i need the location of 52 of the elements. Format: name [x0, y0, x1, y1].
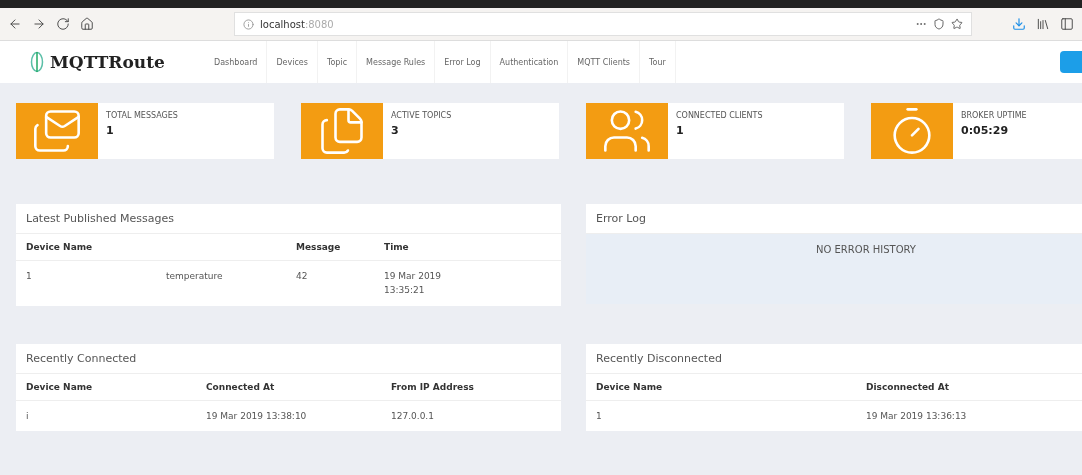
nav-link[interactable]: Tour — [640, 41, 676, 83]
table-cell-text: 1 — [25, 270, 33, 283]
column-header: Time — [374, 234, 561, 261]
stat-value: 1 — [676, 124, 685, 137]
column-header: Message — [286, 234, 374, 261]
table-cell-text: temperature — [165, 270, 224, 283]
table-cell-text: 19 Mar 2019 13:35:21 — [383, 270, 443, 298]
library-icon[interactable] — [1036, 17, 1050, 31]
address-bar[interactable]: localhost:8080 — [234, 12, 972, 36]
column-header: Disconnected At — [856, 374, 1082, 401]
stat-value: 0:05:29 — [961, 124, 1010, 137]
logo-icon — [30, 51, 44, 73]
nav-link[interactable]: Authentication — [490, 41, 569, 83]
sidebar-icon[interactable] — [1060, 17, 1074, 31]
nav-link[interactable]: Topic — [317, 41, 358, 83]
nav-link[interactable]: Error Log — [435, 41, 491, 83]
stat-label: BROKER UPTIME — [961, 111, 1027, 120]
column-header: Device Name — [16, 373, 196, 401]
url-port: :8080 — [304, 18, 334, 30]
stat-label: CONNECTED CLIENTS — [676, 111, 763, 120]
table-cell-text: 19 Mar 2019 13:38:10 — [205, 409, 308, 423]
table-cell-text: 127.0.0.1 — [390, 409, 435, 423]
table-cell-text: 42 — [295, 270, 309, 283]
column-header: Connected At — [196, 373, 381, 401]
panel-title: Recently Connected — [16, 343, 561, 374]
nav-link[interactable]: Message Rules — [357, 41, 436, 83]
stat-value: 1 — [106, 124, 115, 137]
nav-link[interactable]: MQTT Clients — [568, 41, 641, 83]
nav-link[interactable]: Devices — [267, 41, 318, 83]
url-host: localhost — [260, 18, 305, 30]
forward-icon[interactable] — [32, 17, 46, 31]
column-header: Device Name — [586, 374, 856, 401]
logo: MQTTRoute — [30, 51, 205, 73]
column-header: Device Name — [16, 234, 156, 261]
stat-value: 3 — [391, 124, 400, 137]
table-cell-text: 1 — [595, 410, 603, 423]
panel-title: Latest Published Messages — [16, 204, 561, 234]
star-icon[interactable] — [951, 18, 963, 30]
panel-title: Recently Disconnected — [586, 344, 1082, 374]
reload-icon[interactable] — [56, 17, 70, 31]
info-icon — [243, 18, 254, 30]
table-cell-text: i — [25, 409, 30, 423]
column-header: From IP Address — [381, 373, 561, 401]
empty-message: NO ERROR HISTORY — [816, 244, 916, 257]
shield-icon[interactable] — [933, 18, 945, 30]
stat-label: TOTAL MESSAGES — [106, 111, 178, 120]
nav-link[interactable]: Dashboard — [205, 41, 268, 83]
home-icon[interactable] — [80, 17, 94, 31]
table-cell-text: 19 Mar 2019 13:36:13 — [865, 410, 968, 423]
download-icon[interactable] — [1012, 17, 1026, 31]
stat-label: ACTIVE TOPICS — [391, 111, 452, 120]
back-icon[interactable] — [8, 17, 22, 31]
